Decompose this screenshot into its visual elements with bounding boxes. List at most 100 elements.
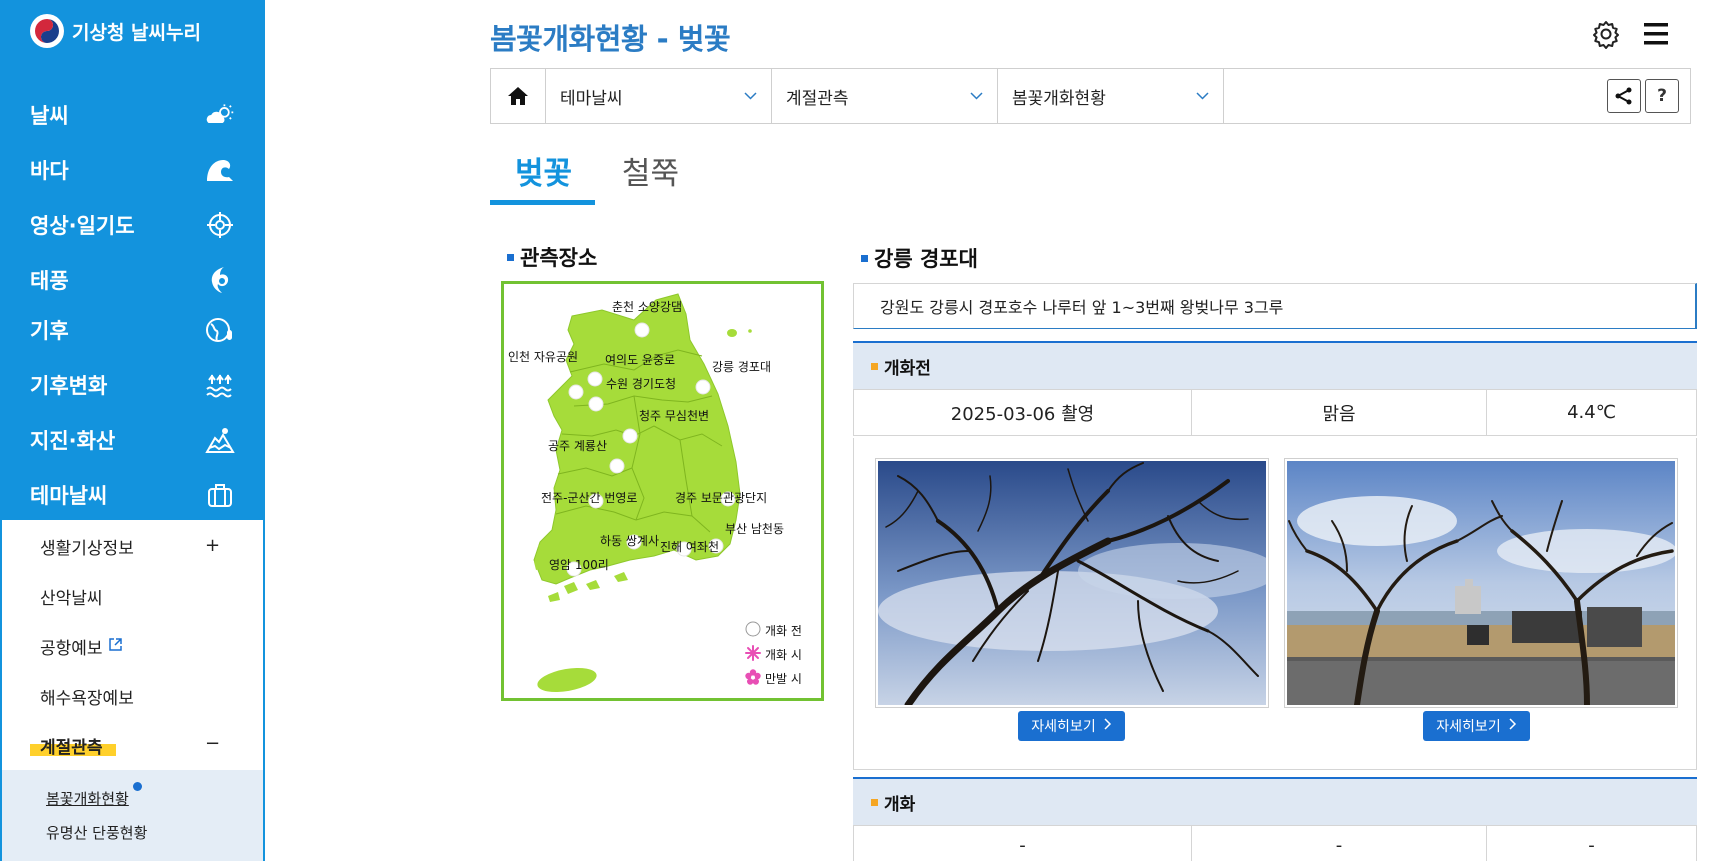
legend-before-bloom: 개화 전 xyxy=(745,621,802,640)
collapse-minus-icon[interactable]: − xyxy=(205,733,220,754)
sidebar-item-earthquake[interactable]: 지진·화산 xyxy=(0,412,265,467)
bullet-icon xyxy=(861,254,868,262)
subsub-item-spring-flowers[interactable]: 봄꽃개화현황 xyxy=(46,788,129,809)
bloom-heading: 개화 xyxy=(853,777,1697,825)
active-dot-icon xyxy=(133,782,142,791)
climate-change-icon xyxy=(205,370,235,400)
station-map: 춘천 소양강댐 인천 자유공원 여의도 윤중로 수원 경기도청 강릉 경포대 청… xyxy=(501,281,824,701)
tree-photo-2[interactable] xyxy=(1284,458,1678,708)
circle-icon xyxy=(745,621,761,640)
station-label[interactable]: 수원 경기도청 xyxy=(606,375,676,392)
chevron-down-icon xyxy=(970,89,983,104)
weather-condition: 맑음 xyxy=(1192,390,1487,435)
expand-plus-icon[interactable]: + xyxy=(205,535,220,556)
brand-name: 기상청 날씨누리 xyxy=(72,21,201,44)
blossom-full-icon xyxy=(745,669,761,688)
sidebar-item-climate-change[interactable]: 기후변화 xyxy=(0,357,265,412)
chevron-down-icon xyxy=(744,89,757,104)
home-icon[interactable] xyxy=(491,69,546,123)
sidebar-item-label: 기후변화 xyxy=(30,373,108,398)
breadcrumb-label: 봄꽃개화현황 xyxy=(1012,88,1106,109)
station-label[interactable]: 영암 100리 xyxy=(549,556,609,573)
legend-blooming: 개화 시 xyxy=(745,645,802,664)
weather-sun-cloud-icon xyxy=(205,100,235,130)
sidebar-item-label: 영상·일기도 xyxy=(30,213,135,238)
submenu-label: 산악날씨 xyxy=(40,589,103,609)
description-text: 강원도 강릉시 경포호수 나루터 앞 1~3번째 왕벚나무 3그루 xyxy=(880,298,1284,317)
temperature: 4.4℃ xyxy=(1567,402,1616,423)
breadcrumb-dropdown-spring-flowers[interactable]: 봄꽃개화현황 xyxy=(998,69,1224,123)
breadcrumb-label: 테마날씨 xyxy=(560,88,623,109)
chevron-right-icon xyxy=(1104,718,1112,734)
view-detail-button[interactable]: 자세히보기 xyxy=(1423,711,1530,741)
station-label[interactable]: 강릉 경포대 xyxy=(712,358,771,375)
station-label[interactable]: 춘천 소양강댐 xyxy=(612,298,682,315)
station-label[interactable]: 여의도 윤중로 xyxy=(605,351,675,368)
submenu-label: 생활기상정보 xyxy=(40,539,134,559)
station-label[interactable]: 공주 계룡산 xyxy=(548,437,607,454)
photo-date: 2025-03-06 촬영 xyxy=(854,390,1192,435)
active-tab-indicator xyxy=(490,200,595,205)
panel-heading-text: 개화 xyxy=(884,794,916,815)
sidebar-item-weather[interactable]: 날씨 xyxy=(0,87,265,142)
submenu-item-life-weather[interactable]: 생활기상정보 xyxy=(40,534,134,559)
share-icon[interactable] xyxy=(1607,79,1641,113)
sidebar-item-label: 기후 xyxy=(30,318,69,343)
legend-label: 만발 시 xyxy=(765,672,802,686)
tab-cherry-blossom[interactable]: 벚꽃 xyxy=(515,148,572,193)
hamburger-menu-icon[interactable] xyxy=(1640,18,1672,50)
submenu-label: 계절관측 xyxy=(40,738,103,758)
button-label: 자세히보기 xyxy=(1436,719,1501,735)
tree-photo-1[interactable] xyxy=(875,458,1278,709)
sidebar-item-label: 바다 xyxy=(30,158,69,183)
breadcrumb-dropdown-theme[interactable]: 테마날씨 xyxy=(546,69,772,123)
station-label[interactable]: 진해 여좌천 xyxy=(660,538,719,555)
station-label[interactable]: 인천 자유공원 xyxy=(508,348,578,365)
sidebar-item-theme-weather[interactable]: 테마날씨 xyxy=(0,467,265,522)
map-section-title: 관측장소 xyxy=(507,242,597,272)
station-title: 강릉 경포대 xyxy=(861,243,978,273)
photo-date: - xyxy=(854,826,1192,861)
climate-globe-icon xyxy=(205,315,235,345)
sidebar: 기상청 날씨누리 날씨 바다 영상·일기도 태풍 기후 기후변화 지진·화산 테… xyxy=(0,0,265,861)
temperature: - xyxy=(1588,834,1595,856)
station-label[interactable]: 청주 무심천변 xyxy=(639,407,709,424)
brand-logo[interactable]: 기상청 날씨누리 xyxy=(30,14,201,48)
sidebar-item-sea[interactable]: 바다 xyxy=(0,142,265,197)
submenu-item-seasonal[interactable]: 계절관측 xyxy=(40,733,103,758)
page-title: 봄꽃개화현황 - 벚꽃 xyxy=(490,22,731,56)
before-bloom-stats: 2025-03-06 촬영 맑음 4.4℃ xyxy=(853,389,1697,436)
photo-image xyxy=(878,461,1278,709)
bloom-stats: - - - xyxy=(853,825,1697,861)
station-label[interactable]: 경주 보문관광단지 xyxy=(675,489,767,506)
station-label[interactable]: 하동 쌍계사 xyxy=(600,532,659,549)
station-description: 강원도 강릉시 경포호수 나루터 앞 1~3번째 왕벚나무 3그루 xyxy=(853,283,1697,329)
settings-gear-icon[interactable] xyxy=(1590,18,1622,50)
earthquake-volcano-icon xyxy=(205,425,235,455)
submenu-item-beach[interactable]: 해수욕장예보 xyxy=(40,684,134,709)
submenu-label: 공항예보 xyxy=(40,639,103,659)
legend-label: 개화 전 xyxy=(765,624,802,638)
station-label[interactable]: 부산 남천동 xyxy=(725,520,784,537)
weather-condition: - xyxy=(1192,826,1487,861)
breadcrumb-label: 계절관측 xyxy=(786,88,849,109)
submenu-item-airport[interactable]: 공항예보 xyxy=(40,634,123,659)
sea-wave-icon xyxy=(205,155,235,185)
help-button[interactable]: ? xyxy=(1645,79,1679,113)
sidebar-item-satellite[interactable]: 영상·일기도 xyxy=(0,197,265,252)
tab-azalea[interactable]: 철쭉 xyxy=(622,148,679,193)
chevron-down-icon xyxy=(1196,89,1209,104)
sidebar-item-climate[interactable]: 기후 xyxy=(0,302,265,357)
sidebar-item-label: 지진·화산 xyxy=(30,428,116,453)
bullet-icon xyxy=(871,798,878,806)
bullet-icon xyxy=(871,362,878,370)
submenu-item-mountain[interactable]: 산악날씨 xyxy=(40,584,103,609)
breadcrumb-dropdown-seasonal[interactable]: 계절관측 xyxy=(772,69,998,123)
sidebar-item-label: 테마날씨 xyxy=(30,483,108,508)
subsub-item-autumn-leaves[interactable]: 유명산 단풍현황 xyxy=(46,822,147,843)
view-detail-button[interactable]: 자세히보기 xyxy=(1018,711,1125,741)
sidebar-item-typhoon[interactable]: 태풍 xyxy=(0,252,265,307)
station-label[interactable]: 전주-군산간 번영로 xyxy=(541,489,637,506)
section-title-text: 관측장소 xyxy=(520,246,598,270)
satellite-crosshair-icon xyxy=(205,210,235,240)
